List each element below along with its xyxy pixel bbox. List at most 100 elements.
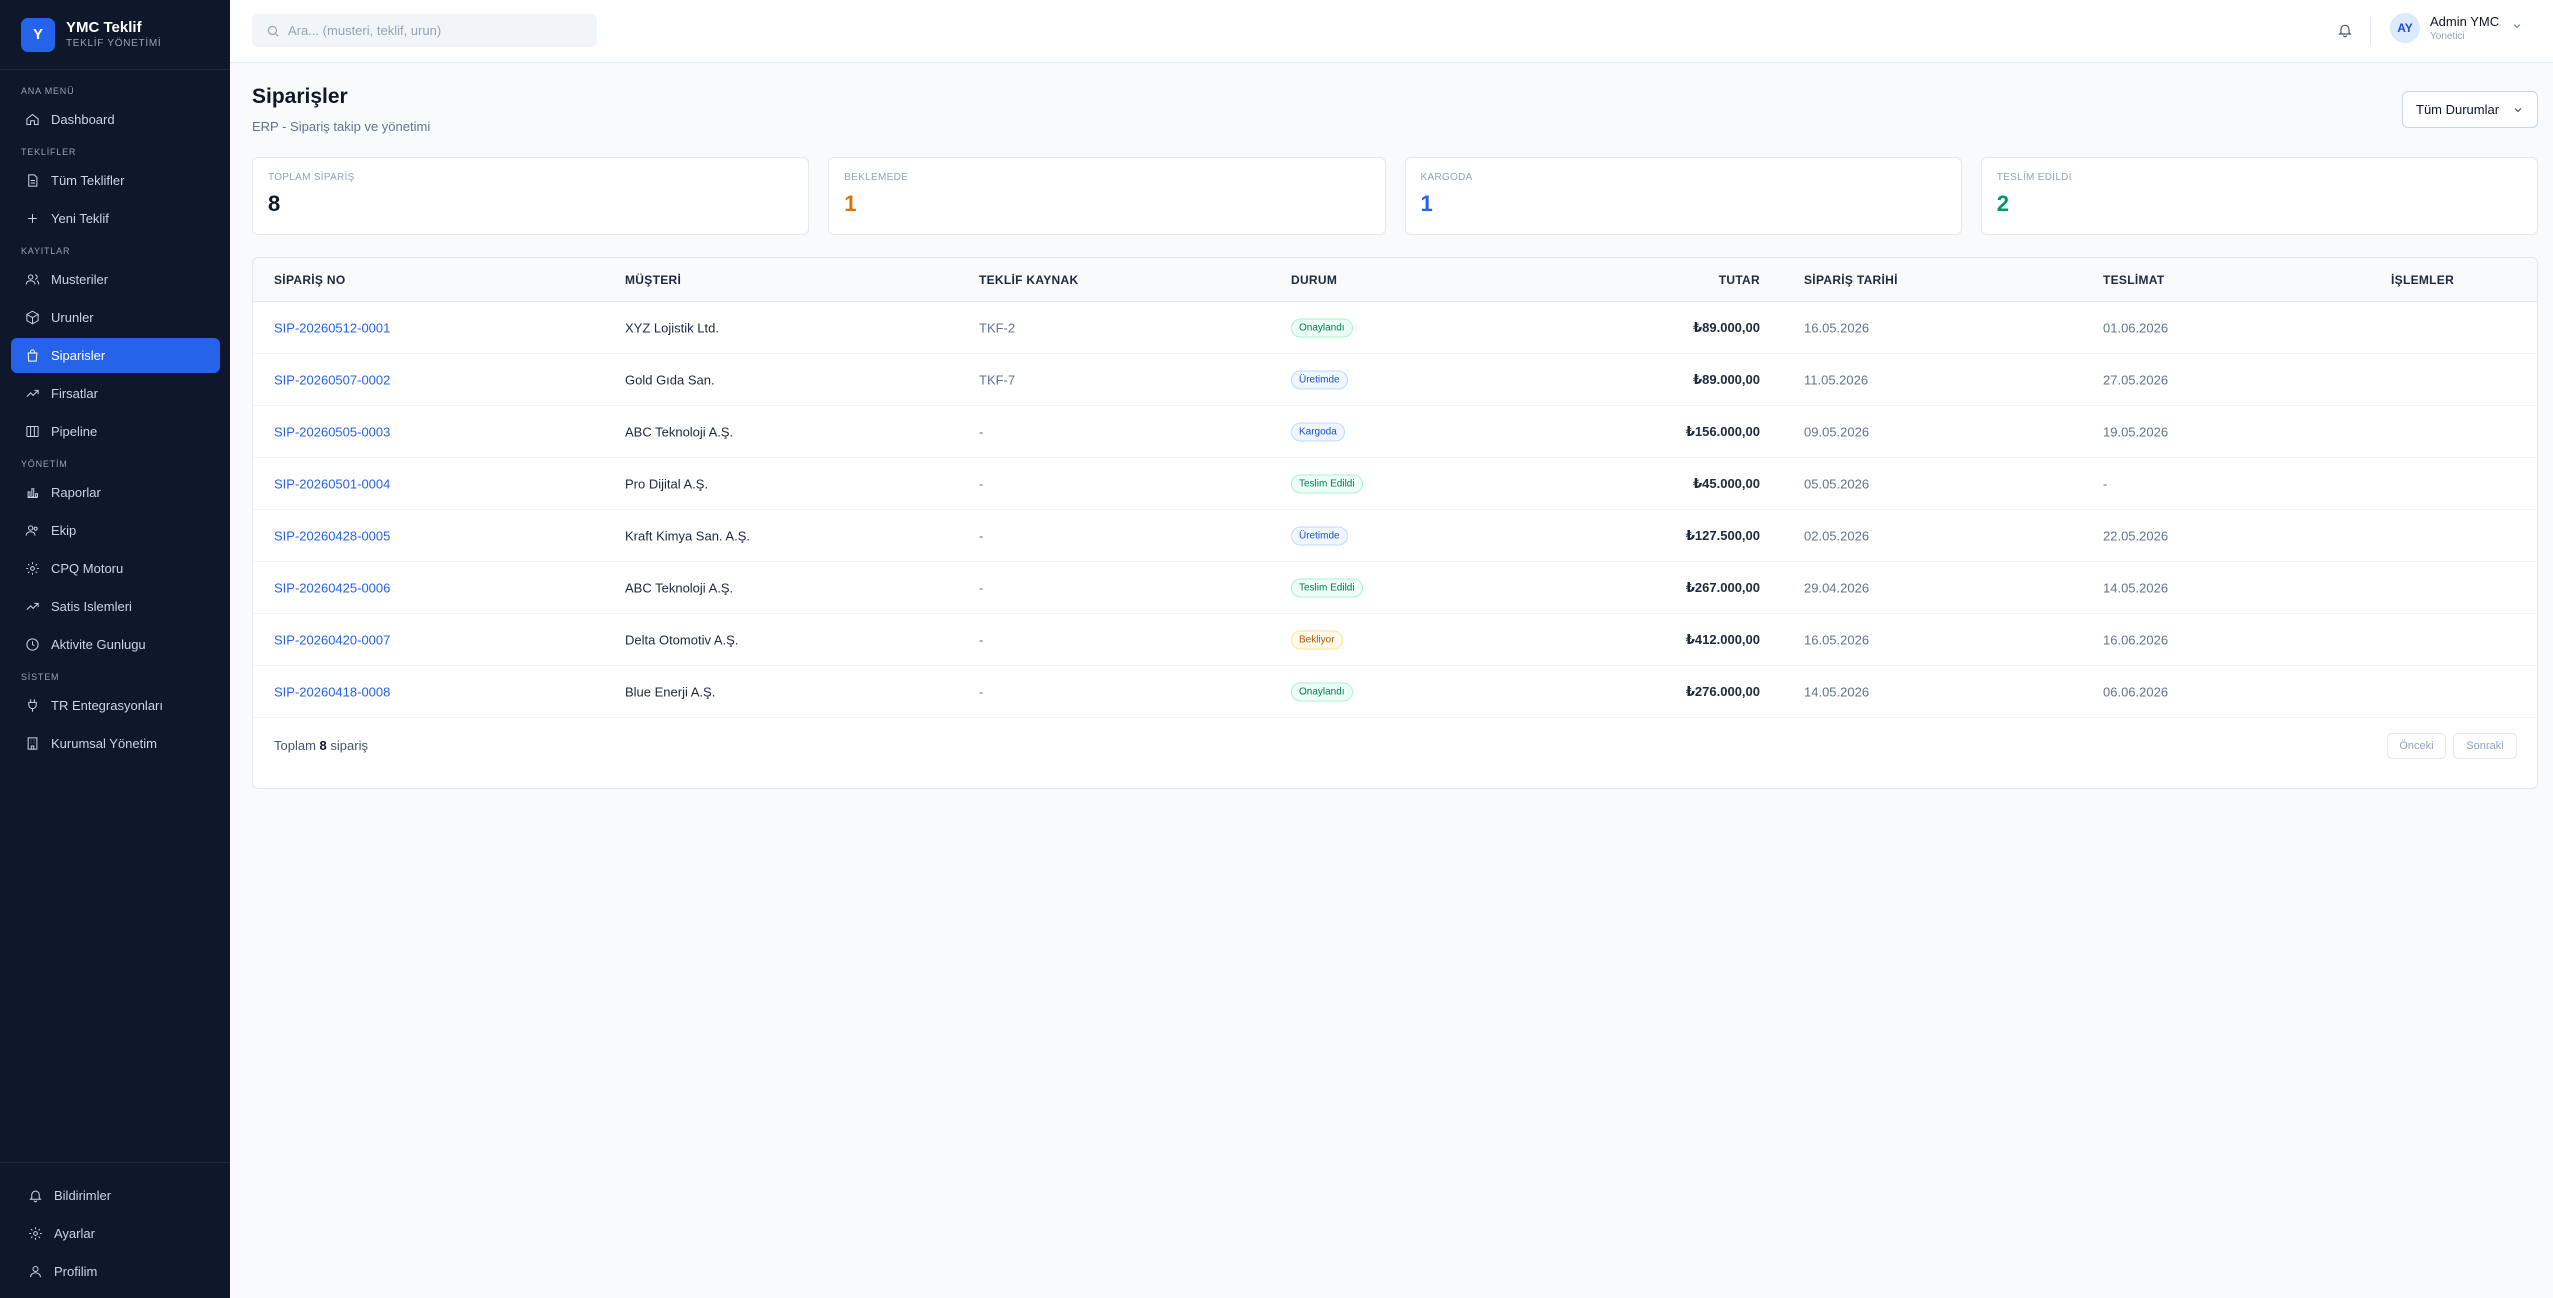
sidebar-item-pipeline[interactable]: Pipeline [11,414,220,449]
sidebar-item-tum-teklifler[interactable]: Tüm Teklifler [11,163,220,198]
order-number-link[interactable]: SIP-20260418-0008 [274,684,390,699]
plug-icon [24,698,40,714]
order-number-link[interactable]: SIP-20260420-0007 [274,632,390,647]
table-body: SIP-20260512-0001 XYZ Lojistik Ltd. TKF-2 O… [253,302,2537,718]
order-date: 16.05.2026 [1804,632,1870,647]
order-number-link[interactable]: SIP-20260425-0006 [274,580,390,595]
sidebar-item-label: Raporlar [51,485,101,500]
delivery-date: 14.05.2026 [2103,580,2169,595]
avatar: AY [2390,13,2420,43]
users-icon [24,272,40,288]
column-header: TUTAR [1718,272,1760,287]
table-row[interactable]: SIP-20260507-0002 Gold Gıda San. TKF-7 Üret… [253,354,2537,406]
user-name: Admin YMC [2430,13,2500,29]
order-date: 09.05.2026 [1804,424,1870,439]
sidebar-item-cpq-motoru[interactable]: CPQ Motoru [11,551,220,586]
brand[interactable]: Y YMC Teklif TEKLİF YÖNETİMİ [0,0,230,70]
sidebar-item-bildirimler[interactable]: Bildirimler [14,1178,220,1213]
delivery-date: 22.05.2026 [2103,528,2169,543]
sidebar-item-label: Musteriler [51,272,109,287]
total-suffix: sipariş [330,738,368,753]
sidebar-item-satis-islemleri[interactable]: Satis Islemleri [11,589,220,624]
status-badge: Onaylandı [1291,318,1353,337]
order-number-link[interactable]: SIP-20260505-0003 [274,424,390,439]
sidebar-item-ekip[interactable]: Ekip [11,513,220,548]
status-badge: Teslim Edildi [1291,578,1363,597]
quote-source: - [979,632,984,647]
orders-table: SİPARİŞ NO MÜŞTERİ TEKLİF KAYNAK DURUM TUTAR… [252,257,2538,789]
sidebar-item-kurumsal-yonetim[interactable]: Kurumsal Yönetim [11,726,220,761]
sidebar-item-ayarlar[interactable]: Ayarlar [14,1216,220,1251]
delivery-date: 01.06.2026 [2103,320,2169,335]
topbar: AY Admin YMC Yonetici [230,0,2553,63]
sidebar-item-urunler[interactable]: Urunler [11,300,220,335]
search-icon [267,25,279,37]
table-row[interactable]: SIP-20260505-0003 ABC Teknoloji A.Ş. - Karg… [253,406,2537,458]
page-title: Siparişler [252,85,348,108]
sidebar-item-siparisler[interactable]: Siparisler [11,338,220,373]
order-number-link[interactable]: SIP-20260507-0002 [274,372,390,387]
sidebar-item-profilim[interactable]: Profilim [14,1254,220,1289]
customer-name: Kraft Kimya San. A.Ş. [625,528,750,543]
sidebar-item-musteriler[interactable]: Musteriler [11,262,220,297]
delivery-date: 19.05.2026 [2103,424,2169,439]
columns-icon [24,424,40,440]
sidebar: Y YMC Teklif TEKLİF YÖNETİMİ ANA MENÜ Das… [0,0,230,1298]
building-icon [24,736,40,752]
topbar-divider [2370,17,2371,45]
brand-title: YMC Teklif [66,19,142,36]
table-row[interactable]: SIP-20260428-0005 Kraft Kimya San. A.Ş. - Ü… [253,510,2537,562]
delivery-date: 06.06.2026 [2103,684,2169,699]
sidebar-item-yeni-teklif[interactable]: Yeni Teklif [11,201,220,236]
status-filter-select[interactable]: Tüm Durumlar [2402,91,2538,128]
chevron-down-icon [2511,19,2523,37]
home-icon [24,112,40,128]
sidebar-item-label: Urunler [51,310,94,325]
user-menu[interactable]: AY Admin YMC Yonetici [2390,13,2523,43]
stat-card: TESLİM EDİLDİ 2 [1980,157,2538,235]
sidebar-item-label: Yeni Teklif [51,211,109,226]
order-number-link[interactable]: SIP-20260512-0001 [274,320,390,335]
customer-name: Blue Enerji A.Ş. [625,684,716,699]
table-row[interactable]: SIP-20260512-0001 XYZ Lojistik Ltd. TKF-2 O… [253,302,2537,354]
column-header: MÜŞTERİ [625,272,682,287]
sidebar-item-label: CPQ Motoru [51,561,124,576]
order-amount: ₺45.000,00 [1693,475,1760,491]
order-date: 16.05.2026 [1804,320,1870,335]
order-number-link[interactable]: SIP-20260501-0004 [274,476,390,491]
delivery-date: 27.05.2026 [2103,372,2169,387]
bell-icon [27,1188,43,1204]
stat-value: 8 [268,191,281,216]
prev-page-button[interactable]: Önceki [2387,733,2446,759]
order-amount: ₺89.000,00 [1693,319,1760,335]
sidebar-item-raporlar[interactable]: Raporlar [11,475,220,510]
brand-subtitle: TEKLİF YÖNETİMİ [66,38,162,49]
sidebar-item-dashboard[interactable]: Dashboard [11,102,220,137]
customer-name: ABC Teknoloji A.Ş. [625,580,734,595]
notifications-button[interactable] [2334,19,2356,41]
order-date: 02.05.2026 [1804,528,1870,543]
nav-section-label: ANA MENÜ [21,86,75,96]
table-row[interactable]: SIP-20260501-0004 Pro Dijital A.Ş. - Teslim… [253,458,2537,510]
sidebar-item-firsatlar[interactable]: Firsatlar [11,376,220,411]
next-page-button[interactable]: Sonraki [2453,733,2517,759]
table-header: SİPARİŞ NO MÜŞTERİ TEKLİF KAYNAK DURUM TUTAR… [253,258,2537,302]
sidebar-item-aktivite-gunlugu[interactable]: Aktivite Gunlugu [11,627,220,662]
search-input[interactable] [288,23,588,38]
quote-source: TKF-7 [979,372,1016,387]
stat-label: TESLİM EDİLDİ [1996,172,2072,183]
order-number-link[interactable]: SIP-20260428-0005 [274,528,390,543]
table-row[interactable]: SIP-20260418-0008 Blue Enerji A.Ş. - Onayla… [253,666,2537,718]
sidebar-item-tr-entegrasyonlari[interactable]: TR Entegrasyonları [11,688,220,723]
table-row[interactable]: SIP-20260420-0007 Delta Otomotiv A.Ş. - Bek… [253,614,2537,666]
table-row[interactable]: SIP-20260425-0006 ABC Teknoloji A.Ş. - Tesl… [253,562,2537,614]
bar-chart-icon [24,485,40,501]
stat-value: 1 [844,191,857,216]
status-badge: Üretimde [1291,370,1348,389]
order-date: 11.05.2026 [1804,372,1869,387]
status-filter-value: Tüm Durumlar [2416,102,2500,117]
nav-section-label: KAYITLAR [21,246,71,256]
sidebar-item-label: Profilim [54,1264,98,1279]
search-box[interactable] [252,14,597,47]
customer-name: ABC Teknoloji A.Ş. [625,424,734,439]
